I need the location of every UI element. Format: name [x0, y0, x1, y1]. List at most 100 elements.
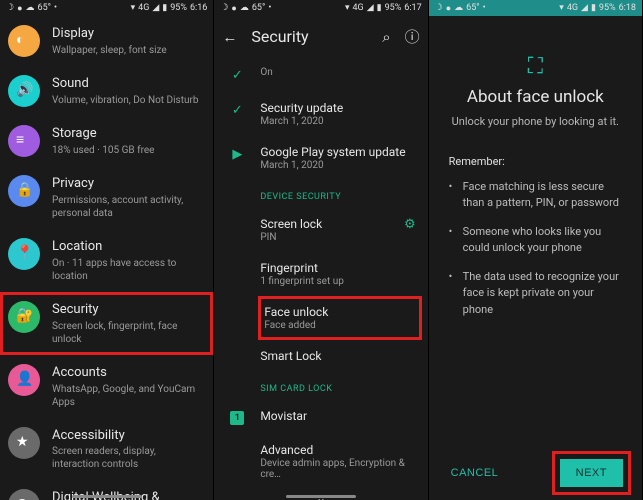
security-item-screen-lock[interactable]: Screen lockPIN ⚙ [214, 208, 427, 252]
item-title: Storage [52, 126, 205, 143]
status-icon: ✓ [228, 101, 246, 118]
security-item-google-play-system-update[interactable]: ▶ Google Play system updateMarch 1, 2020 [214, 136, 427, 180]
chat-icon: ● [446, 3, 451, 14]
item-icon: ≡ [8, 125, 40, 157]
settings-item-accessibility[interactable]: ★ AccessibilityScreen readers, display, i… [0, 418, 213, 481]
item-sub: 18% used · 105 GB free [52, 144, 205, 157]
item-icon: 📍 [8, 238, 40, 270]
security-header: ← Security ⌕ ⓘ [214, 16, 427, 57]
status-signal: 4G [567, 3, 578, 13]
wifi-icon: ▾ [559, 3, 564, 13]
status-icon: ▶ [228, 145, 246, 162]
status-time: 6:16 [190, 3, 207, 13]
item-icon: 🔊 [8, 75, 40, 107]
more-icon: • [54, 3, 57, 13]
status-bar: ☽ ● ☁ 65° • ▾ 4G ◢ ▮ 95% 6:18 [429, 0, 642, 16]
gear-icon[interactable]: ⚙ [400, 217, 420, 232]
page-title: Security [251, 27, 368, 46]
item-sub: WhatsApp, Google, and YouCam Apps [52, 383, 205, 409]
fmd-sub: On [260, 67, 419, 78]
remember-label: Remember: [449, 154, 622, 171]
section-device-security: DEVICE SECURITY [214, 180, 427, 208]
nav-pill[interactable] [286, 495, 356, 498]
item-sub: Volume, vibration, Do Not Disturb [52, 94, 205, 107]
status-time: 6:18 [619, 3, 636, 13]
item-sub: 1 fingerprint set up [260, 276, 419, 287]
item-title: Google Play system update [260, 145, 419, 159]
settings-item-display[interactable]: ◐DisplayWallpaper, sleep, font size [0, 16, 213, 66]
settings-item-sound[interactable]: 🔊 SoundVolume, vibration, Do Not Disturb [0, 66, 213, 116]
security-item-face-unlock[interactable]: Face unlockFace added [258, 296, 421, 340]
item-icon: ◷ [8, 489, 40, 500]
remember-bullet: Someone who looks like you could unlock … [449, 224, 622, 257]
item-icon: ◐ [8, 25, 40, 57]
settings-item-accounts[interactable]: 👤AccountsWhatsApp, Google, and YouCam Ap… [0, 355, 213, 418]
next-button[interactable]: NEXT [560, 459, 623, 487]
item-sub: March 1, 2020 [260, 116, 419, 127]
item-sub: March 1, 2020 [260, 160, 419, 171]
item-title: Screen lock [260, 217, 386, 231]
more-icon: • [483, 3, 486, 13]
item-sub: PIN [260, 232, 386, 243]
item-title: Accounts [52, 365, 205, 382]
battery-icon: ▮ [377, 3, 382, 13]
status-time: 6:17 [404, 3, 421, 13]
security-item-security-update[interactable]: ✓Security updateMarch 1, 2020 [214, 92, 427, 136]
status-battery: 95% [170, 3, 187, 13]
item-sub: Face added [264, 320, 413, 331]
item-title: Smart Lock [260, 349, 419, 363]
settings-item-storage[interactable]: ≡ Storage18% used · 105 GB free [0, 116, 213, 166]
search-icon[interactable]: ⌕ [382, 28, 390, 46]
item-icon: 🔐 [8, 301, 40, 333]
face-subtitle: Unlock your phone by looking at it. [449, 115, 622, 128]
security-item-fingerprint[interactable]: Fingerprint1 fingerprint set up [214, 252, 427, 296]
face-unlock-panel: ☽ ● ☁ 65° • ▾ 4G ◢ ▮ 95% 6:18 ⛶ About fa… [429, 0, 643, 500]
help-icon[interactable]: ⓘ [405, 26, 420, 47]
item-icon: ★ [8, 427, 40, 459]
status-signal: 4G [138, 3, 149, 13]
wifi-icon: ▾ [345, 3, 350, 13]
item-title: Privacy [52, 176, 205, 193]
settings-main-panel: ☽ ● ☁ 65° • ▾ 4G ◢ ▮ 95% 6:16 ◐DisplayWa… [0, 0, 214, 500]
more-icon: • [268, 3, 271, 13]
cancel-button[interactable]: CANCEL [451, 467, 499, 479]
wifi-icon: ▾ [131, 3, 136, 13]
status-bar: ☽ ● ☁ 65° • ▾ 4G ◢ ▮ 95% 6:16 [0, 0, 213, 16]
remember-list: Face matching is less secure than a patt… [449, 179, 622, 319]
next-highlight: NEXT [555, 454, 628, 492]
chat-icon: ● [231, 3, 236, 14]
item-icon: 🔒 [8, 175, 40, 207]
item-sub: Wallpaper, sleep, font size [52, 44, 205, 57]
item-sub: On · 11 apps have access to location [52, 257, 205, 283]
item-title: Location [52, 239, 205, 256]
settings-item-privacy[interactable]: 🔒 PrivacyPermissions, account activity, p… [0, 166, 213, 229]
item-sub: Screen lock, fingerprint, face unlock [52, 320, 205, 346]
item-title: Accessibility [52, 428, 205, 445]
advanced-title: Advanced [260, 443, 419, 457]
sim-row[interactable]: 1 Movistar [214, 400, 427, 434]
settings-item-location[interactable]: 📍 LocationOn · 11 apps have access to loc… [0, 229, 213, 292]
back-icon[interactable]: ← [222, 28, 237, 46]
security-panel: ☽ ● ☁ 65° • ▾ 4G ◢ ▮ 95% 6:17 ← Security… [214, 0, 428, 500]
sim-title: Movistar [260, 409, 419, 423]
status-temp: 65° [466, 3, 479, 13]
item-sub: Permissions, account activity, personal … [52, 194, 205, 220]
chat-icon: ● [17, 3, 22, 14]
moon-icon: ☽ [220, 3, 228, 13]
nav-pill[interactable] [72, 495, 142, 498]
weather-icon: ☁ [240, 3, 249, 13]
advanced-row[interactable]: Advanced Device admin apps, Encryption &… [214, 434, 427, 489]
remember-bullet: Face matching is less secure than a patt… [449, 179, 622, 212]
settings-list: ◐DisplayWallpaper, sleep, font size 🔊 Soun… [0, 16, 213, 500]
security-item-smart-lock[interactable]: Smart Lock [214, 340, 427, 372]
status-temp: 65° [252, 3, 265, 13]
section-sim-card-lock: SIM CARD LOCK [214, 372, 427, 400]
item-title: Face unlock [264, 305, 413, 319]
find-my-device-row[interactable]: ✓ On [214, 57, 427, 92]
item-sub: Screen readers, display, interaction con… [52, 445, 205, 471]
item-title: Sound [52, 76, 205, 93]
sim-badge: 1 [230, 411, 244, 425]
settings-item-security[interactable]: 🔐SecurityScreen lock, fingerprint, face … [0, 292, 213, 355]
moon-icon: ☽ [6, 3, 14, 13]
status-temp: 65° [38, 3, 51, 13]
